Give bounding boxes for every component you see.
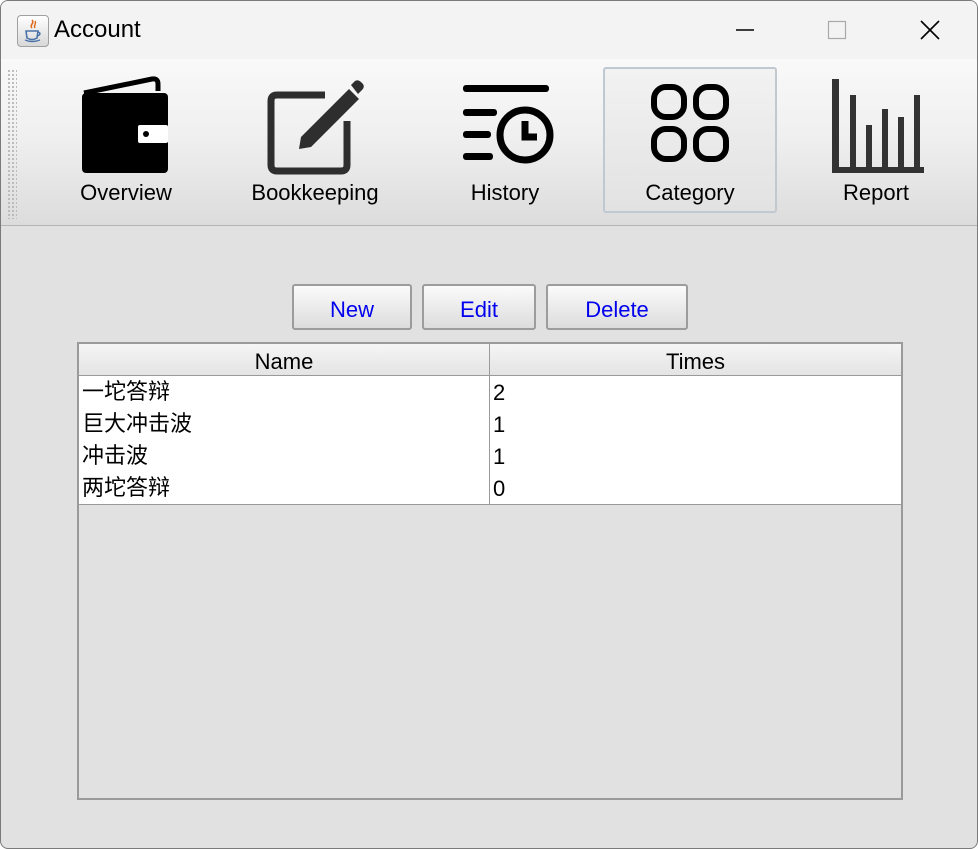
- cell-times: 2: [493, 380, 506, 405]
- bar-chart-icon: [826, 75, 926, 180]
- tool-overview[interactable]: Overview: [45, 67, 207, 213]
- tool-history[interactable]: History: [425, 67, 585, 213]
- column-header-times[interactable]: Times: [490, 344, 901, 375]
- category-icon: [640, 75, 740, 180]
- category-table[interactable]: Name Times 一坨答辩 2 巨大冲击波 1 冲击波 1 两坨答辩 0: [77, 342, 903, 800]
- java-app-icon: [17, 15, 49, 47]
- tool-bookkeeping-label: Bookkeeping: [251, 180, 379, 205]
- column-divider: [489, 440, 490, 472]
- edit-icon: [265, 75, 365, 180]
- title-bar: Account: [1, 1, 977, 59]
- table-row[interactable]: 巨大冲击波 1: [79, 408, 901, 441]
- minimize-button[interactable]: [699, 1, 791, 59]
- delete-button-label: Delete: [585, 297, 649, 322]
- tool-history-label: History: [470, 180, 540, 205]
- table-header: Name Times: [79, 344, 901, 376]
- maximize-button[interactable]: [791, 1, 883, 59]
- edit-button-label: Edit: [460, 297, 498, 322]
- cell-times: 0: [493, 476, 506, 501]
- window-title: Account: [54, 16, 141, 43]
- tool-report[interactable]: Report: [797, 67, 955, 213]
- column-divider: [489, 408, 490, 440]
- cell-times: 1: [493, 444, 506, 469]
- delete-button[interactable]: Delete: [546, 284, 688, 330]
- cell-times: 1: [493, 412, 506, 437]
- cell-name: 冲击波: [82, 444, 149, 469]
- column-divider: [489, 376, 490, 408]
- wallet-icon: [78, 75, 174, 180]
- column-header-name[interactable]: Name: [79, 344, 490, 375]
- tool-report-label: Report: [842, 180, 910, 205]
- table-row[interactable]: 一坨答辩 2: [79, 376, 901, 409]
- new-button[interactable]: New: [292, 284, 412, 330]
- main-toolbar: Overview Bookkeeping History Category Re…: [1, 59, 977, 226]
- cell-name: 一坨答辩: [82, 380, 171, 405]
- tool-bookkeeping[interactable]: Bookkeeping: [231, 67, 399, 213]
- column-divider: [489, 472, 490, 504]
- close-button[interactable]: [885, 1, 977, 59]
- toolbar-drag-handle[interactable]: [7, 69, 17, 219]
- app-window: Account Overview Bookkeeping History Cat…: [0, 0, 978, 849]
- tool-overview-label: Overview: [80, 180, 172, 205]
- cell-name: 巨大冲击波: [82, 412, 193, 437]
- table-row[interactable]: 两坨答辩 0: [79, 472, 901, 505]
- cell-name: 两坨答辩: [82, 476, 171, 501]
- history-icon: [455, 75, 555, 180]
- table-row[interactable]: 冲击波 1: [79, 440, 901, 473]
- tool-category[interactable]: Category: [603, 67, 777, 213]
- new-button-label: New: [329, 297, 374, 322]
- tool-category-label: Category: [645, 180, 735, 205]
- edit-button[interactable]: Edit: [422, 284, 536, 330]
